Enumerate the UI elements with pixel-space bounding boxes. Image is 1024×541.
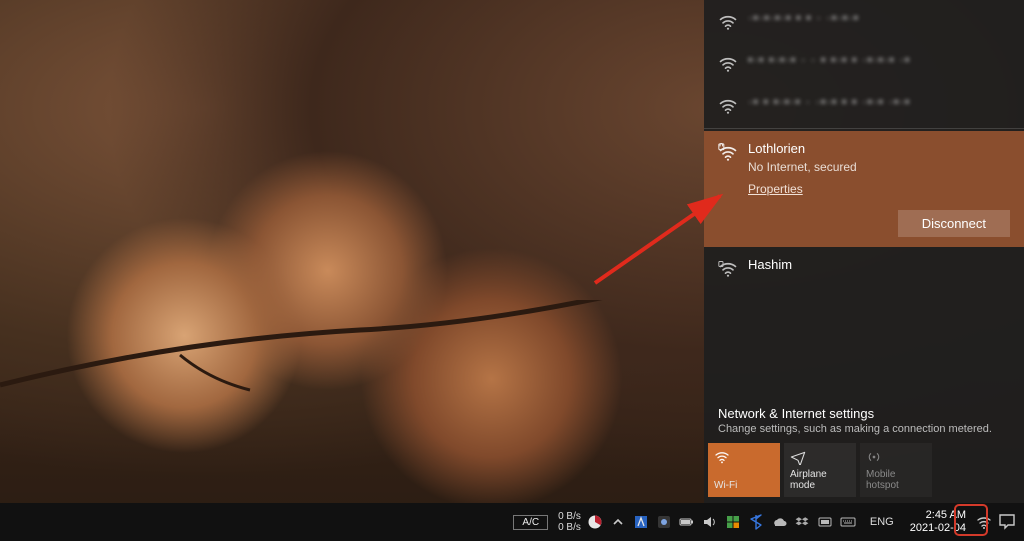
tile-label: Wi-Fi [714,480,774,491]
chevron-up-icon[interactable] [610,514,626,530]
clock-time: 2:45 AM [926,509,966,522]
hotspot-icon [866,449,882,465]
rate-up: 0 B/s [558,511,581,522]
divider [704,128,1024,129]
tray-pie-icon[interactable] [587,514,603,530]
wifi-secured-icon [718,143,738,163]
network-rate-indicator: 0 B/s 0 B/s [558,511,581,533]
language-indicator[interactable]: ENG [870,516,894,528]
rate-down: 0 B/s [558,522,581,533]
network-item-other[interactable]: Hashim [704,247,1024,289]
keyboard-icon[interactable] [840,514,856,530]
properties-link[interactable]: Properties [748,182,1010,196]
action-center-icon[interactable] [998,513,1016,531]
network-flyout: ·•·•·•·• • • · ·•·•·• •·• •·•·• · · • •·… [704,0,1024,503]
onedrive-icon[interactable] [771,514,787,530]
wifi-secured-icon [718,259,738,279]
tile-label: Mobile hotspot [866,469,926,491]
tile-wifi[interactable]: Wi-Fi [708,443,780,497]
bluetooth-icon[interactable] [748,514,764,530]
tile-hotspot[interactable]: Mobile hotspot [860,443,932,497]
wifi-icon [718,12,738,32]
taskbar: A/C 0 B/s 0 B/s ENG 2:45 AM 2021-02-04 [0,503,1024,541]
disconnect-button[interactable]: Disconnect [898,210,1010,237]
tray-misc-icon[interactable] [817,514,833,530]
keyboard-indicator[interactable]: A/C [513,515,548,530]
network-name-redacted: ·• • •·•·• · ·•·• • • ·•·• ·•·• [748,94,910,109]
network-item-selected[interactable]: Lothlorien No Internet, secured Properti… [704,131,1024,247]
security-icon[interactable] [725,514,741,530]
battery-icon[interactable] [679,514,695,530]
network-status: No Internet, secured [748,160,1010,174]
tile-airplane[interactable]: Airplane mode [784,443,856,497]
quick-action-tiles: Wi-Fi Airplane mode Mobile hotspot [704,443,1024,503]
tray-app2-icon[interactable] [656,514,672,530]
airplane-icon [790,449,806,465]
network-tray-icon[interactable] [976,514,992,530]
network-name: Hashim [748,257,792,272]
network-settings-link[interactable]: Network & Internet settings Change setti… [704,396,1024,443]
network-item-hidden-1[interactable]: ·•·•·•·• • • · ·•·•·• [704,0,1024,42]
network-item-hidden-2[interactable]: •·• •·•·• · · • •·• • ·•·•·• ·• [704,42,1024,84]
dropbox-icon[interactable] [794,514,810,530]
network-list: ·•·•·•·• • • · ·•·•·• •·• •·•·• · · • •·… [704,0,1024,396]
network-name-redacted: •·• •·•·• · · • •·• • ·•·•·• ·• [748,52,910,67]
network-name-redacted: ·•·•·•·• • • · ·•·•·• [748,10,859,25]
tile-label: Airplane mode [790,469,850,491]
clock-date: 2021-02-04 [910,522,966,535]
taskbar-clock[interactable]: 2:45 AM 2021-02-04 [910,509,966,535]
network-name: Lothlorien [748,141,1010,156]
wifi-icon [718,54,738,74]
wifi-icon [718,96,738,116]
settings-subtitle: Change settings, such as making a connec… [718,423,1010,435]
wifi-icon [714,449,730,465]
network-item-hidden-3[interactable]: ·• • •·•·• · ·•·• • • ·•·• ·•·• [704,84,1024,126]
tray-app-icon[interactable] [633,514,649,530]
volume-icon[interactable] [702,514,718,530]
settings-title: Network & Internet settings [718,406,1010,421]
